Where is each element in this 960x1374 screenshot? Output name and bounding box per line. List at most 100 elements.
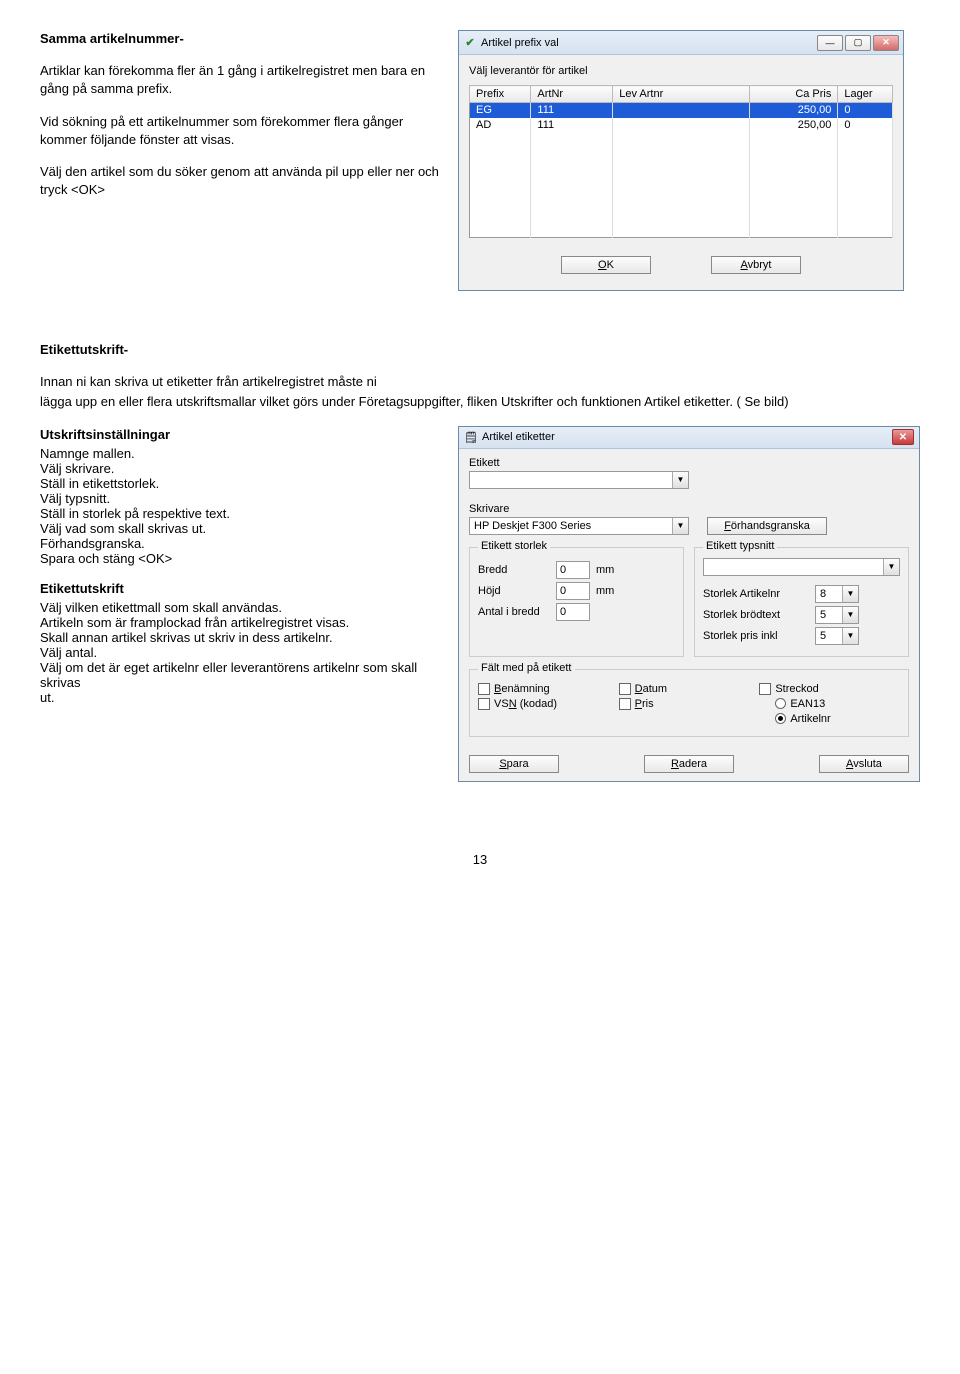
skrivare-value: HP Deskjet F300 Series bbox=[470, 520, 672, 532]
table-row bbox=[470, 178, 893, 193]
lbl-antal: Antal i bredd bbox=[478, 606, 556, 618]
preview-button[interactable]: Förhandsgranska bbox=[707, 517, 827, 535]
prefix-table[interactable]: Prefix ArtNr Lev Artnr Ca Pris Lager EG … bbox=[469, 85, 893, 238]
section1-heading: Samma artikelnummer- bbox=[40, 30, 440, 48]
inst-line: ut. bbox=[40, 690, 440, 705]
lbl-spris: Storlek pris inkl bbox=[703, 630, 815, 642]
prefix-dialog-titlebar: ✔ Artikel prefix val — ▢ ✕ bbox=[459, 31, 903, 55]
inst-line: Artikeln som är framplockad från artikel… bbox=[40, 615, 440, 630]
grp-falt: Fält med på etikett Benämning VSN (kodad… bbox=[469, 669, 909, 737]
lbl-bredd: Bredd bbox=[478, 564, 556, 576]
prefix-dialog: ✔ Artikel prefix val — ▢ ✕ Välj leverant… bbox=[458, 30, 904, 291]
table-row bbox=[470, 193, 893, 208]
grp-falt-title: Fält med på etikett bbox=[478, 662, 575, 674]
check-icon: ✔ bbox=[463, 36, 477, 49]
chevron-down-icon: ▼ bbox=[842, 628, 858, 644]
table-row bbox=[470, 133, 893, 148]
chevron-down-icon: ▼ bbox=[672, 472, 688, 488]
table-row bbox=[470, 163, 893, 178]
etikett-combo[interactable]: ▼ bbox=[469, 471, 689, 489]
chk-pris[interactable] bbox=[619, 698, 631, 710]
inst-line: Välj vilken etikettmall som skall använd… bbox=[40, 600, 440, 615]
cell: 111 bbox=[531, 118, 613, 133]
bredd-input[interactable]: 0 bbox=[556, 561, 590, 579]
inst-line: Ställ in storlek på respektive text. bbox=[40, 506, 440, 521]
sbrod-combo[interactable]: 5▼ bbox=[815, 606, 859, 624]
col-levartnr[interactable]: Lev Artnr bbox=[613, 86, 749, 103]
inst-line: Namnge mallen. bbox=[40, 446, 440, 461]
prefix-dialog-title: Artikel prefix val bbox=[481, 37, 559, 49]
etikett-dialog: 🗒 Artikel etiketter ✕ Etikett ▼ Skrivare… bbox=[458, 426, 920, 782]
chevron-down-icon: ▼ bbox=[842, 607, 858, 623]
section1-p3: Välj den artikel som du söker genom att … bbox=[40, 163, 440, 199]
cell bbox=[613, 118, 749, 133]
page-number: 13 bbox=[40, 852, 920, 867]
radio-artikelnr[interactable] bbox=[775, 713, 786, 724]
lbl-sart: Storlek Artikelnr bbox=[703, 588, 815, 600]
col-prefix[interactable]: Prefix bbox=[470, 86, 531, 103]
inst-line: Skall annan artikel skrivas ut skriv in … bbox=[40, 630, 440, 645]
cell: 0 bbox=[838, 118, 893, 133]
chevron-down-icon: ▼ bbox=[672, 518, 688, 534]
cancel-button[interactable]: Avbryt bbox=[711, 256, 801, 274]
cell: 250,00 bbox=[749, 103, 838, 118]
maximize-button[interactable]: ▢ bbox=[845, 35, 871, 51]
lbl-sbrod: Storlek brödtext bbox=[703, 609, 815, 621]
section2-heading: Etikettutskrift- bbox=[40, 341, 440, 359]
chevron-down-icon: ▼ bbox=[883, 559, 899, 575]
unit-mm: mm bbox=[596, 564, 614, 576]
section1-p1: Artiklar kan förekomma fler än 1 gång i … bbox=[40, 62, 440, 98]
label-icon: 🗒 bbox=[464, 431, 478, 444]
table-row[interactable]: AD 111 250,00 0 bbox=[470, 118, 893, 133]
chk-datum[interactable] bbox=[619, 683, 631, 695]
sub-utskriftsinst: Utskriftsinställningar bbox=[40, 426, 440, 444]
section1-p2: Vid sökning på ett artikelnummer som för… bbox=[40, 113, 440, 149]
section2-p1b: lägga upp en eller flera utskriftsmallar… bbox=[40, 393, 920, 411]
table-row bbox=[470, 208, 893, 223]
etikett-dialog-title: Artikel etiketter bbox=[482, 431, 555, 443]
cell bbox=[613, 103, 749, 118]
skrivare-combo[interactable]: HP Deskjet F300 Series ▼ bbox=[469, 517, 689, 535]
chk-vsn[interactable] bbox=[478, 698, 490, 710]
etikett-dialog-titlebar: 🗒 Artikel etiketter ✕ bbox=[459, 427, 919, 449]
hojd-input[interactable]: 0 bbox=[556, 582, 590, 600]
prefix-dialog-subtitle: Välj leverantör för artikel bbox=[469, 65, 893, 77]
minimize-button[interactable]: — bbox=[817, 35, 843, 51]
close-button[interactable]: ✕ bbox=[892, 429, 914, 445]
inst-line: Välj antal. bbox=[40, 645, 440, 660]
inst-line: Förhandsgranska. bbox=[40, 536, 440, 551]
section2-p1a: Innan ni kan skriva ut etiketter från ar… bbox=[40, 373, 920, 391]
sub-etikettutskrift: Etikettutskrift bbox=[40, 580, 440, 598]
save-button[interactable]: Spara bbox=[469, 755, 559, 773]
antal-input[interactable]: 0 bbox=[556, 603, 590, 621]
delete-button[interactable]: Radera bbox=[644, 755, 734, 773]
inst-line: Välj om det är eget artikelnr eller leve… bbox=[40, 660, 440, 690]
table-row[interactable]: EG 111 250,00 0 bbox=[470, 103, 893, 118]
typsnitt-combo[interactable]: ▼ bbox=[703, 558, 900, 576]
chevron-down-icon: ▼ bbox=[842, 586, 858, 602]
ok-button[interactable]: OK bbox=[561, 256, 651, 274]
close-button[interactable]: ✕ bbox=[873, 35, 899, 51]
col-artnr[interactable]: ArtNr bbox=[531, 86, 613, 103]
cell: AD bbox=[470, 118, 531, 133]
unit-mm: mm bbox=[596, 585, 614, 597]
inst-line: Välj skrivare. bbox=[40, 461, 440, 476]
col-capris[interactable]: Ca Pris bbox=[749, 86, 838, 103]
lbl-hojd: Höjd bbox=[478, 585, 556, 597]
cell: EG bbox=[470, 103, 531, 118]
exit-button[interactable]: Avsluta bbox=[819, 755, 909, 773]
lbl-artikelnr: Artikelnr bbox=[790, 713, 830, 725]
grp-typsnitt-title: Etikett typsnitt bbox=[703, 540, 777, 552]
lbl-ean13: EAN13 bbox=[790, 698, 825, 710]
sart-combo[interactable]: 8▼ bbox=[815, 585, 859, 603]
col-lager[interactable]: Lager bbox=[838, 86, 893, 103]
table-row bbox=[470, 223, 893, 238]
lbl-etikett: Etikett bbox=[469, 457, 909, 469]
cell: 0 bbox=[838, 103, 893, 118]
radio-ean13[interactable] bbox=[775, 698, 786, 709]
spris-combo[interactable]: 5▼ bbox=[815, 627, 859, 645]
chk-streckod[interactable] bbox=[759, 683, 771, 695]
chk-benamning[interactable] bbox=[478, 683, 490, 695]
grp-typsnitt: Etikett typsnitt ▼ Storlek Artikelnr 8▼ … bbox=[694, 547, 909, 657]
grp-storlek-title: Etikett storlek bbox=[478, 540, 550, 552]
